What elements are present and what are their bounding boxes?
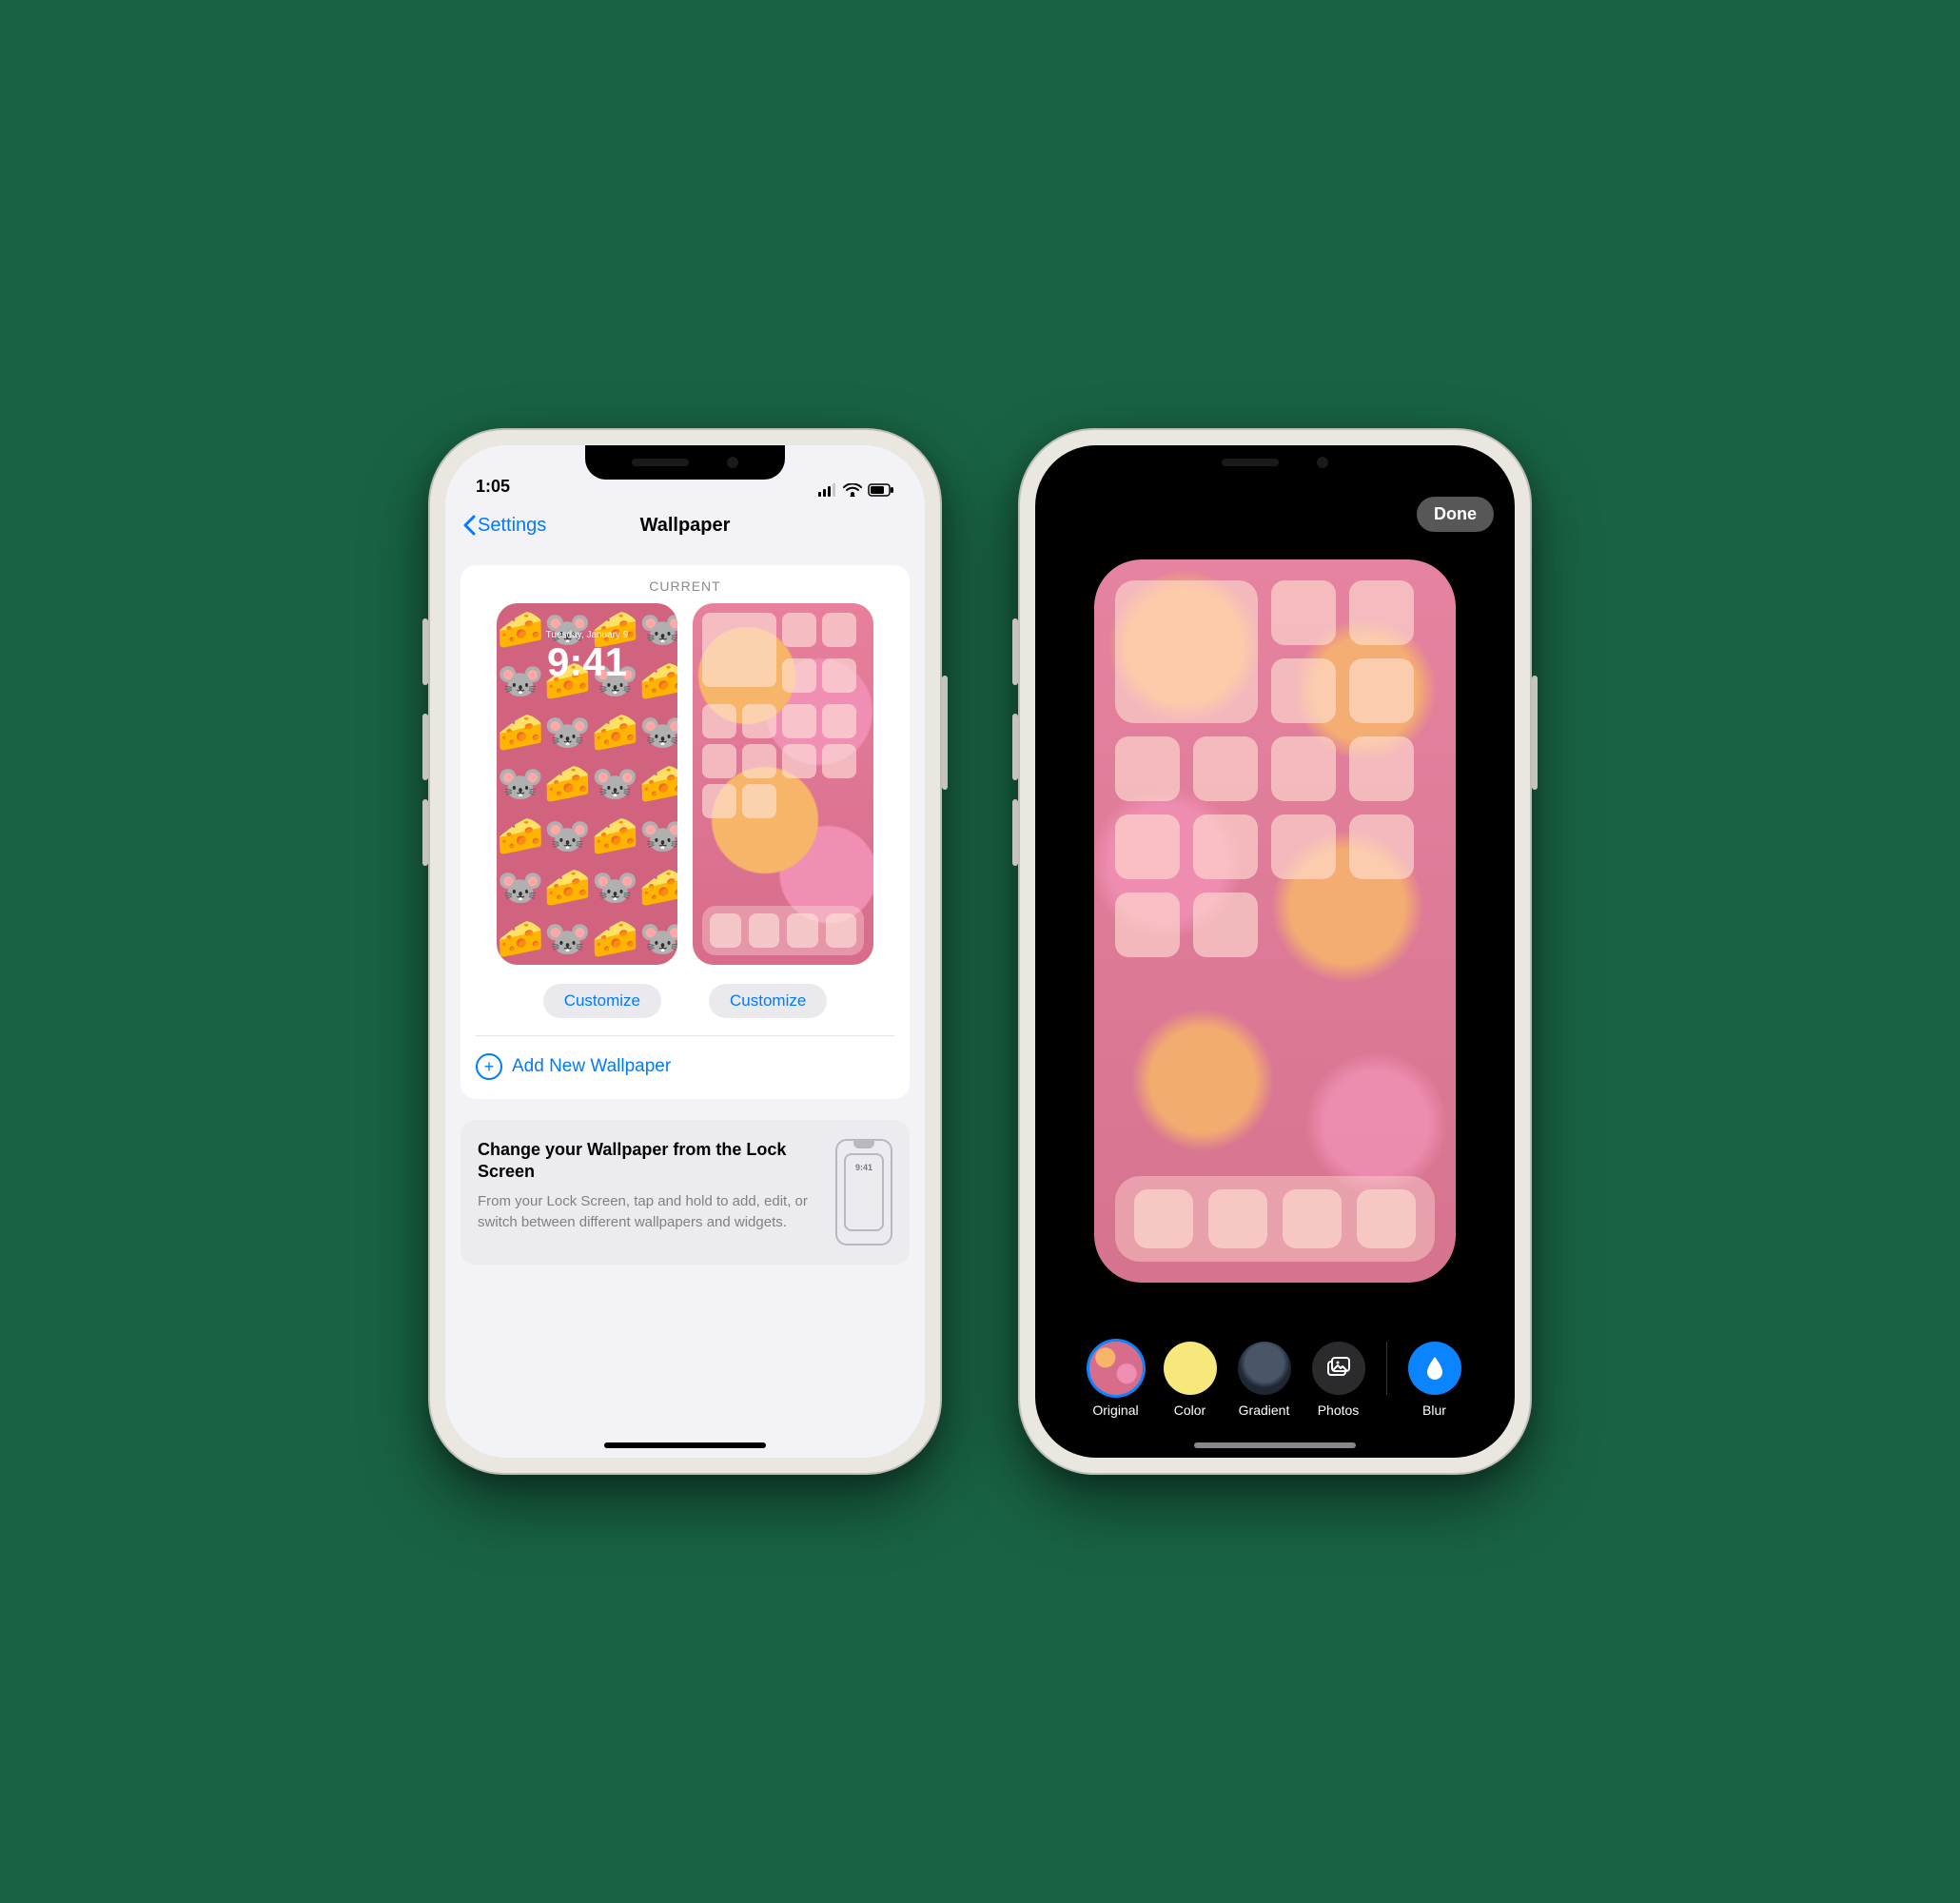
screen-settings: 1:05 Settings Wallpaper CURRENT <box>445 445 925 1458</box>
lockscreen-hint-card: Change your Wallpaper from the Lock Scre… <box>461 1120 910 1265</box>
hint-phone-icon: 9:41 <box>835 1139 892 1246</box>
customize-toolbar: Original Color Gradient Photos <box>1035 1342 1515 1418</box>
home-indicator[interactable] <box>1194 1442 1356 1448</box>
app-icon-placeholder <box>1271 580 1336 645</box>
customize-home-button[interactable]: Customize <box>709 984 827 1018</box>
phone-settings: 1:05 Settings Wallpaper CURRENT <box>428 428 942 1475</box>
tool-color[interactable]: Color <box>1164 1342 1217 1418</box>
tool-photos[interactable]: Photos <box>1312 1342 1365 1418</box>
app-icon-placeholder <box>1271 658 1336 723</box>
wallpaper-previews: 🧀🐭🧀🐭 🐭🧀🐭🧀 🧀🐭🧀🐭 🐭🧀🐭🧀 🧀🐭🧀🐭 🐭🧀🐭🧀 🧀🐭🧀🐭 <box>461 603 910 980</box>
original-swatch-icon <box>1089 1342 1143 1395</box>
screen-customize: Done <box>1035 445 1515 1458</box>
add-wallpaper-label: Add New Wallpaper <box>512 1056 671 1077</box>
phone-customize: Done <box>1018 428 1532 1475</box>
status-time: 1:05 <box>476 477 510 497</box>
lock-time: 9:41 <box>547 642 627 682</box>
dock <box>1115 1176 1435 1262</box>
dock-icon-placeholder <box>1208 1189 1267 1248</box>
page-title: Wallpaper <box>640 515 731 537</box>
chevron-left-icon <box>462 515 476 536</box>
lock-date: Tuesday, January 9 <box>546 630 629 640</box>
done-button[interactable]: Done <box>1417 497 1494 532</box>
tool-original-label: Original <box>1092 1403 1138 1418</box>
plus-circle-icon: + <box>476 1053 502 1080</box>
nav-bar: Settings Wallpaper <box>445 500 925 550</box>
tool-photos-label: Photos <box>1318 1403 1360 1418</box>
current-header: CURRENT <box>461 565 910 603</box>
photos-icon <box>1312 1342 1365 1395</box>
tool-gradient[interactable]: Gradient <box>1238 1342 1291 1418</box>
tool-original[interactable]: Original <box>1089 1342 1143 1418</box>
back-button[interactable]: Settings <box>462 515 546 537</box>
battery-icon <box>868 483 894 497</box>
home-layout <box>1115 580 1435 1262</box>
notch <box>1175 445 1375 480</box>
back-label: Settings <box>478 515 546 537</box>
tool-gradient-label: Gradient <box>1239 1403 1290 1418</box>
gradient-swatch-icon <box>1238 1342 1291 1395</box>
mini-home-layout <box>702 613 864 955</box>
dock-icon-placeholder <box>1134 1189 1193 1248</box>
hint-body: From your Lock Screen, tap and hold to a… <box>478 1191 818 1233</box>
lock-overlay: Tuesday, January 9 9:41 <box>497 603 677 965</box>
app-icon-placeholder <box>1349 580 1414 645</box>
customize-row: Customize Customize <box>461 980 910 1035</box>
add-wallpaper-button[interactable]: + Add New Wallpaper <box>461 1036 910 1099</box>
tool-blur-label: Blur <box>1422 1403 1446 1418</box>
hint-title: Change your Wallpaper from the Lock Scre… <box>478 1139 818 1184</box>
app-icon-placeholder <box>1349 658 1414 723</box>
dock-icon-placeholder <box>1283 1189 1342 1248</box>
toolbar-divider <box>1386 1342 1387 1395</box>
current-card: CURRENT 🧀🐭🧀🐭 🐭🧀🐭🧀 🧀🐭🧀🐭 🐭🧀🐭🧀 🧀🐭🧀🐭 🐭🧀🐭🧀 <box>461 565 910 1099</box>
lock-screen-preview[interactable]: 🧀🐭🧀🐭 🐭🧀🐭🧀 🧀🐭🧀🐭 🐭🧀🐭🧀 🧀🐭🧀🐭 🐭🧀🐭🧀 🧀🐭🧀🐭 <box>497 603 677 965</box>
customize-lock-button[interactable]: Customize <box>543 984 661 1018</box>
blur-icon <box>1408 1342 1461 1395</box>
status-icons <box>818 483 894 497</box>
dock-icon-placeholder <box>1357 1189 1416 1248</box>
tool-color-label: Color <box>1174 1403 1205 1418</box>
hint-mini-time: 9:41 <box>844 1153 884 1231</box>
tool-blur[interactable]: Blur <box>1408 1342 1461 1418</box>
home-screen-preview[interactable] <box>693 603 873 965</box>
home-indicator[interactable] <box>604 1442 766 1448</box>
color-swatch-icon <box>1164 1342 1217 1395</box>
home-screen-preview-large[interactable] <box>1094 559 1456 1283</box>
notch <box>585 445 785 480</box>
widget-placeholder <box>1115 580 1258 723</box>
content-scroll[interactable]: CURRENT 🧀🐭🧀🐭 🐭🧀🐭🧀 🧀🐭🧀🐭 🐭🧀🐭🧀 🧀🐭🧀🐭 🐭🧀🐭🧀 <box>445 550 925 1265</box>
wifi-icon <box>843 483 862 497</box>
cellular-icon <box>818 483 837 497</box>
